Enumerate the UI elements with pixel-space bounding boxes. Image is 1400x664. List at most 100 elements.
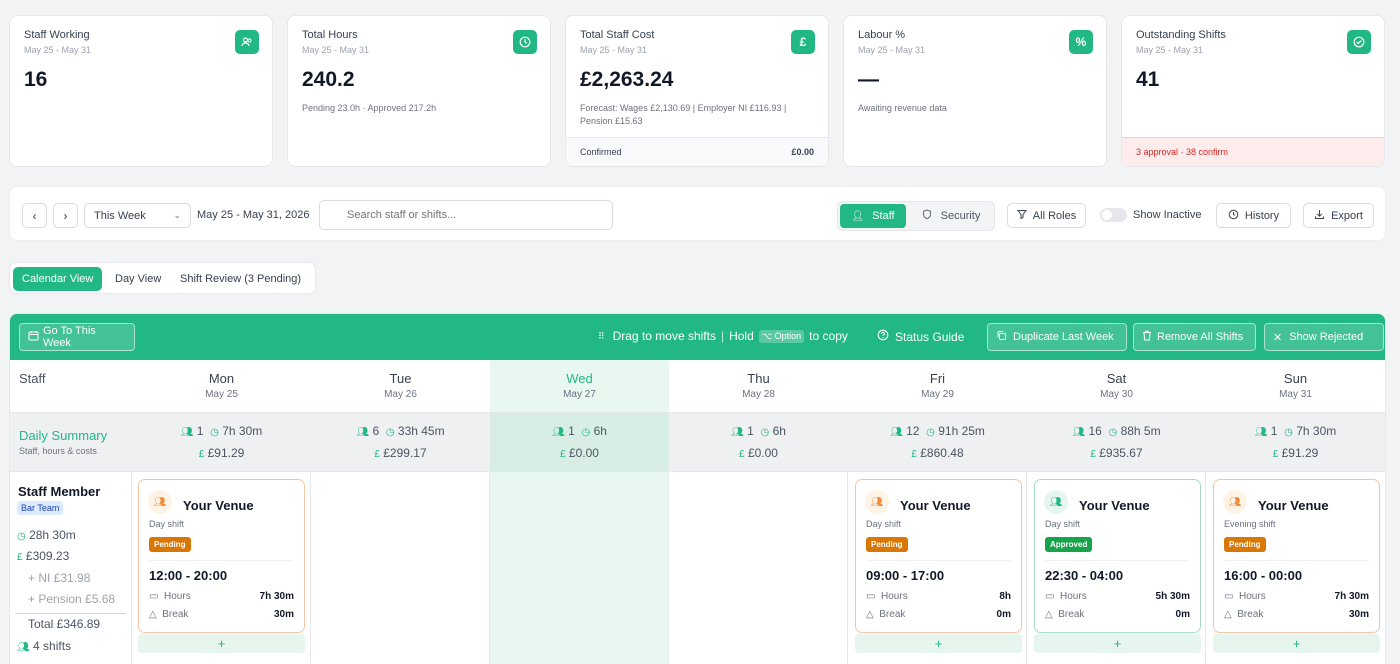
summary-wed: 👥︎ 1 ◷ 6h £ £0.00 bbox=[490, 413, 669, 472]
next-week-button[interactable]: › bbox=[53, 203, 78, 228]
hours-value: 7h 30m bbox=[1334, 591, 1369, 602]
warning-icon: △ bbox=[149, 609, 157, 620]
day-date: May 25 bbox=[205, 389, 238, 400]
history-button[interactable]: History bbox=[1216, 203, 1291, 228]
summary-cost: £91.29 bbox=[1281, 446, 1319, 460]
card-title: Staff Working bbox=[24, 29, 90, 41]
shift-time: 12:00 - 20:00 bbox=[149, 568, 228, 583]
hold-text: Hold bbox=[729, 329, 754, 343]
break-label: Break bbox=[1237, 609, 1264, 620]
remove-label: Remove All Shifts bbox=[1157, 331, 1244, 343]
summary-cost: £0.00 bbox=[747, 446, 778, 460]
staff-column-header: Staff bbox=[10, 360, 132, 413]
member-total: Total £346.89 bbox=[28, 617, 101, 631]
shift-card[interactable]: 👥︎ Your Venue Day shift Pending 09:00 - … bbox=[855, 479, 1022, 633]
users-icon: 👥︎ bbox=[1044, 490, 1068, 514]
shield-icon bbox=[922, 209, 932, 223]
tab-staff[interactable]: 👤︎ Staff bbox=[840, 204, 906, 228]
chevron-right-icon: › bbox=[63, 208, 68, 223]
help-circle-icon bbox=[877, 329, 889, 344]
card-title: Total Hours bbox=[302, 29, 358, 41]
day-header-wed: Wed May 27 bbox=[490, 360, 669, 413]
pound-icon: £ bbox=[1272, 449, 1279, 460]
all-roles-button[interactable]: All Roles bbox=[1007, 203, 1086, 228]
toggle-knob bbox=[1102, 210, 1112, 220]
card-extra: Awaiting revenue data bbox=[858, 103, 947, 113]
shift-card[interactable]: 👥︎ Your Venue Day shift Pending 12:00 - … bbox=[138, 479, 305, 633]
staff-header-label: Staff bbox=[19, 371, 46, 386]
date-range: May 25 - May 31, 2026 bbox=[197, 209, 310, 221]
go-to-this-week-button[interactable]: Go To This Week bbox=[19, 323, 135, 351]
users-icon: 👥︎ bbox=[180, 427, 194, 438]
day-name: Fri bbox=[929, 371, 946, 386]
tab-security-label: Security bbox=[940, 210, 981, 222]
day-header-sun: Sun May 31 bbox=[1206, 360, 1385, 413]
hours-value: 5h 30m bbox=[1155, 591, 1190, 602]
shift-type: Day shift bbox=[149, 519, 185, 529]
shift-divider bbox=[866, 560, 1011, 561]
card-extra: Pending 23.0h · Approved 217.2h bbox=[302, 103, 437, 113]
add-shift-button-sun[interactable]: + bbox=[1213, 634, 1380, 653]
shift-break-row: △ Break 30m bbox=[149, 609, 294, 620]
summary-staff: 1 bbox=[196, 424, 204, 438]
summary-hours: 6h bbox=[772, 424, 786, 438]
users-icon: 👥︎ bbox=[865, 490, 889, 514]
member-hours-value: 28h 30m bbox=[29, 528, 76, 542]
hours-value: 7h 30m bbox=[259, 591, 294, 602]
status-guide-button[interactable]: Status Guide bbox=[877, 329, 964, 344]
summary-tue: 👥︎ 6 ◷ 33h 45m £ £299.17 bbox=[311, 413, 490, 472]
summary-mon: 👥︎ 1 ◷ 7h 30m £ £91.29 bbox=[132, 413, 311, 472]
toolbar: ‹ › This Week ⌄ May 25 - May 31, 2026 👤︎… bbox=[9, 186, 1386, 241]
users-icon: 👥︎ bbox=[552, 427, 565, 438]
column-divider bbox=[310, 472, 311, 664]
search-input[interactable] bbox=[319, 200, 613, 230]
shift-type: Day shift bbox=[1045, 519, 1081, 529]
member-shifts-value: 4 shifts bbox=[33, 639, 72, 653]
show-inactive-toggle[interactable] bbox=[1100, 208, 1127, 222]
day-name: Wed bbox=[566, 371, 593, 386]
remove-all-shifts-button[interactable]: Remove All Shifts bbox=[1133, 323, 1256, 351]
tab-calendar-view[interactable]: Calendar View bbox=[13, 267, 103, 291]
show-rejected-button[interactable]: ✕ Show Rejected bbox=[1264, 323, 1384, 351]
shift-type: Evening shift bbox=[1224, 519, 1276, 529]
day-name: Sat bbox=[1106, 371, 1127, 386]
column-divider bbox=[131, 472, 132, 664]
add-shift-button-fri[interactable]: + bbox=[855, 634, 1022, 653]
tab-security[interactable]: Security bbox=[910, 204, 992, 228]
hours-value: 8h bbox=[999, 591, 1011, 602]
duplicate-last-week-button[interactable]: Duplicate Last Week bbox=[987, 323, 1127, 351]
add-shift-button-sat[interactable]: + bbox=[1034, 634, 1201, 653]
member-ni: + NI £31.98 bbox=[28, 571, 91, 585]
member-divider bbox=[15, 613, 126, 614]
summary-sat: 👥︎ 16 ◷ 88h 5m £ £935.67 bbox=[1027, 413, 1206, 472]
break-value: 30m bbox=[273, 609, 294, 620]
card-extra: Forecast: Wages £2,130.69 | Employer NI … bbox=[580, 103, 787, 126]
download-icon bbox=[1314, 209, 1325, 223]
summary-thu: 👥︎ 1 ◷ 6h £ £0.00 bbox=[669, 413, 848, 472]
summary-hours: 91h 25m bbox=[938, 424, 985, 438]
member-shifts: 👥︎ 4 shifts bbox=[17, 639, 71, 653]
users-icon: 👥︎ bbox=[148, 490, 172, 514]
prev-week-button[interactable]: ‹ bbox=[22, 203, 47, 228]
tab-day-view[interactable]: Day View bbox=[106, 267, 170, 291]
summary-sun: 👥︎ 1 ◷ 7h 30m £ £91.29 bbox=[1206, 413, 1385, 472]
status-guide-label: Status Guide bbox=[895, 329, 965, 344]
warning-icon: △ bbox=[866, 609, 874, 620]
chevron-left-icon: ‹ bbox=[32, 208, 37, 223]
card-footer: Confirmed £0.00 bbox=[566, 137, 828, 166]
card-value: — bbox=[858, 68, 879, 91]
export-button[interactable]: Export bbox=[1303, 203, 1374, 228]
column-divider bbox=[489, 472, 490, 664]
pound-icon: £ bbox=[198, 449, 205, 460]
tab-shift-review[interactable]: Shift Review (3 Pending) bbox=[171, 267, 310, 291]
week-select[interactable]: This Week ⌄ bbox=[84, 203, 191, 228]
shift-card[interactable]: 👥︎ Your Venue Day shift Approved 22:30 -… bbox=[1034, 479, 1201, 633]
add-shift-button-mon[interactable]: + bbox=[138, 634, 305, 653]
drag-hint: ⠿ Drag to move shifts | Hold ⌥ Option to… bbox=[598, 329, 848, 343]
users-icon: 👥︎ bbox=[731, 427, 744, 438]
pound-icon: £ bbox=[791, 30, 815, 54]
staff-member-name[interactable]: Staff Member bbox=[18, 484, 100, 499]
users-icon: 👥︎ bbox=[356, 427, 370, 438]
shift-card[interactable]: 👥︎ Your Venue Evening shift Pending 16:0… bbox=[1213, 479, 1380, 633]
summary-staff: 1 bbox=[747, 424, 754, 438]
